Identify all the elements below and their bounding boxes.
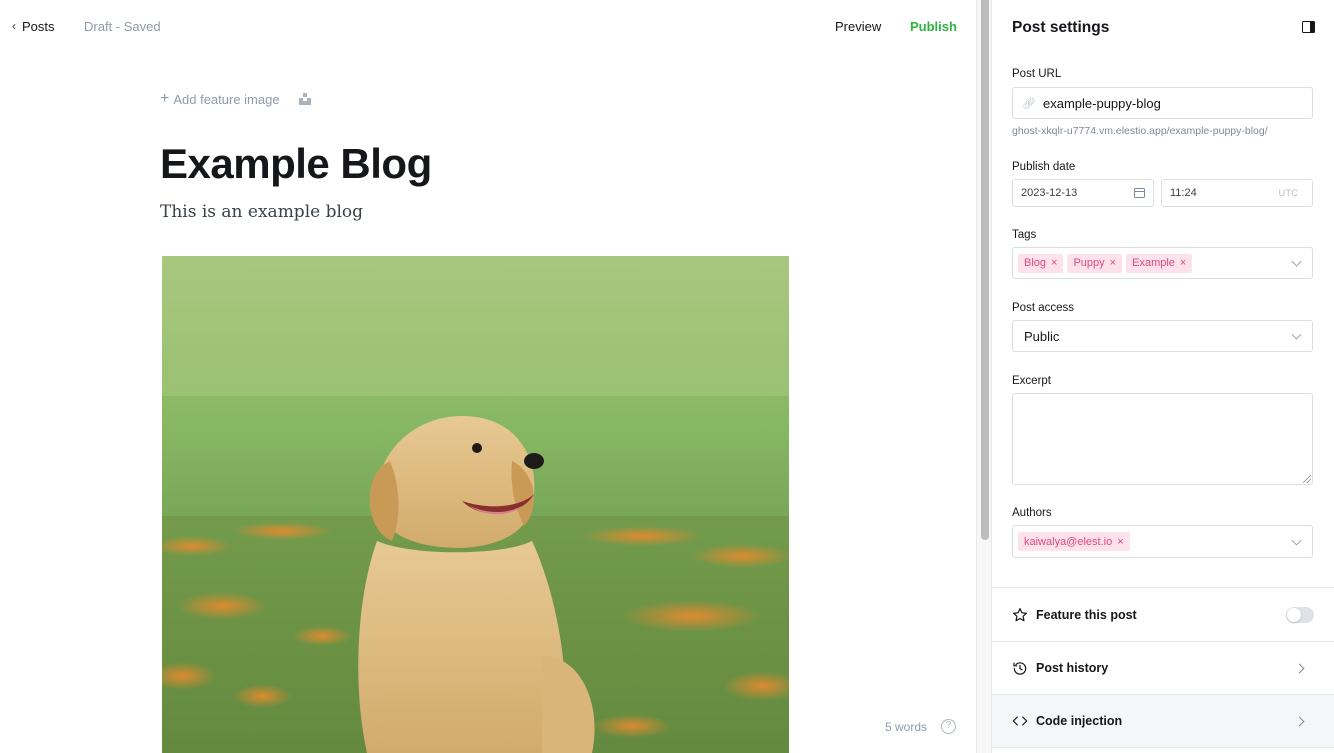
remove-tag-icon[interactable]: ×: [1180, 257, 1186, 269]
star-icon: [1012, 607, 1028, 623]
tag-label: Example: [1132, 257, 1175, 269]
publish-date-value: 2023-12-13: [1021, 187, 1078, 199]
history-icon: [1012, 660, 1028, 676]
timezone-label: UTC: [1278, 187, 1298, 199]
editor-scrollbar[interactable]: [976, 0, 992, 753]
help-icon[interactable]: ?: [941, 719, 956, 734]
remove-author-icon[interactable]: ×: [1117, 536, 1123, 548]
post-url-value: example-puppy-blog: [1043, 95, 1161, 111]
publish-time-value: 11:24: [1170, 187, 1197, 199]
chevron-down-icon[interactable]: [1291, 535, 1302, 546]
chevron-right-icon: [1294, 716, 1305, 726]
publish-date-label: Publish date: [1012, 161, 1076, 173]
puppy-photo: [162, 256, 789, 753]
post-url-label: Post URL: [1012, 68, 1062, 80]
divider: [992, 747, 1334, 748]
chevron-left-icon: ‹: [12, 18, 16, 33]
post-access-label: Post access: [1012, 302, 1074, 314]
chevron-down-icon: [1291, 329, 1302, 340]
publish-date-input[interactable]: 2023-12-13: [1012, 179, 1154, 207]
resize-handle-icon[interactable]: [1303, 475, 1311, 483]
remove-tag-icon[interactable]: ×: [1110, 257, 1116, 269]
tag-token: Puppy ×: [1067, 253, 1123, 273]
post-url-input[interactable]: 🔗︎ example-puppy-blog: [1012, 87, 1313, 119]
feature-post-toggle[interactable]: [1286, 606, 1314, 623]
excerpt-label: Excerpt: [1012, 375, 1051, 387]
post-excerpt-text[interactable]: This is an example blog: [160, 202, 363, 222]
unsplash-icon[interactable]: [299, 93, 311, 105]
authors-label: Authors: [1012, 507, 1052, 519]
save-status: Draft - Saved: [84, 19, 161, 34]
remove-tag-icon[interactable]: ×: [1051, 257, 1057, 269]
calendar-icon[interactable]: [1134, 188, 1145, 198]
link-icon: 🔗︎: [1022, 97, 1036, 110]
tag-token: Example ×: [1126, 253, 1193, 273]
scrollbar-thumb[interactable]: [981, 0, 989, 540]
post-history-label: Post history: [1036, 661, 1109, 675]
word-count: 5 words: [885, 720, 928, 734]
back-to-posts-link[interactable]: ‹ Posts: [12, 18, 55, 35]
tag-token: Blog ×: [1018, 253, 1064, 273]
post-access-value: Public: [1024, 328, 1060, 344]
post-settings-panel: Post settings Post URL 🔗︎ example-puppy-…: [992, 0, 1334, 753]
code-injection-row[interactable]: Code injection: [992, 695, 1334, 747]
author-label: kaiwalya@elest.io: [1024, 535, 1113, 548]
feature-post-label: Feature this post: [1036, 607, 1137, 622]
editor-pane: ‹ Posts Draft - Saved Preview Publish + …: [0, 0, 976, 753]
settings-title: Post settings: [1012, 19, 1110, 36]
sidebar-toggle-icon[interactable]: [1302, 21, 1315, 33]
chevron-right-icon: [1294, 663, 1305, 673]
post-title[interactable]: Example Blog: [160, 140, 432, 188]
author-token: kaiwalya@elest.io ×: [1018, 532, 1130, 551]
plus-icon: +: [160, 90, 170, 107]
post-history-row[interactable]: Post history: [992, 642, 1334, 694]
tag-label: Blog: [1024, 257, 1047, 269]
tag-label: Puppy: [1073, 257, 1105, 269]
back-label: Posts: [22, 19, 55, 34]
post-url-preview: ghost-xkqlr-u7774.vm.elestio.app/example…: [1012, 125, 1268, 137]
chevron-down-icon[interactable]: [1291, 256, 1302, 267]
publish-time-input[interactable]: 11:24 UTC: [1161, 179, 1313, 207]
add-feature-image-button[interactable]: + Add feature image: [160, 91, 280, 107]
tags-input[interactable]: Blog × Puppy × Example ×: [1012, 247, 1313, 279]
preview-button[interactable]: Preview: [835, 19, 881, 34]
tags-label: Tags: [1012, 229, 1037, 241]
post-access-select[interactable]: Public: [1012, 320, 1313, 352]
code-injection-label: Code injection: [1036, 714, 1123, 728]
publish-button[interactable]: Publish: [910, 19, 957, 34]
editor-topbar: ‹ Posts Draft - Saved Preview Publish: [0, 0, 976, 54]
authors-input[interactable]: kaiwalya@elest.io ×: [1012, 525, 1313, 558]
post-image[interactable]: [162, 256, 789, 753]
add-feature-image-label: Add feature image: [173, 91, 280, 107]
feature-post-row[interactable]: Feature this post: [992, 588, 1334, 641]
code-icon: [1012, 713, 1028, 729]
excerpt-textarea[interactable]: [1012, 393, 1313, 485]
